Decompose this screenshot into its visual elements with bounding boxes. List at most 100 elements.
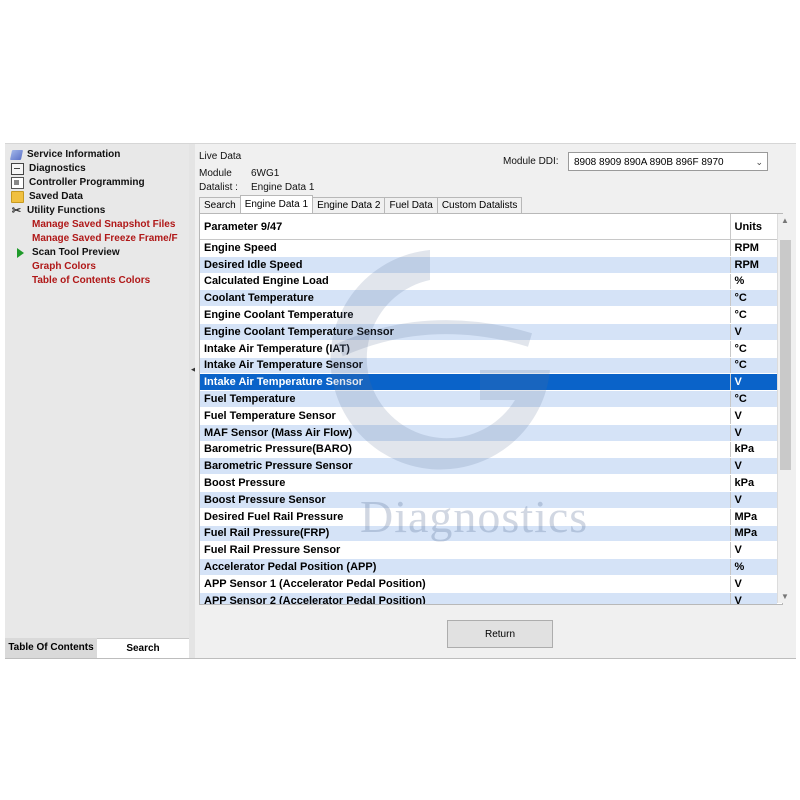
tab-search-datalist[interactable]: Search (199, 197, 241, 213)
tree-item-label: Utility Functions (27, 205, 106, 216)
parameter-cell: Fuel Temperature Sensor (200, 407, 730, 425)
tree-item-label: Diagnostics (29, 163, 86, 174)
tab-engine-data-1[interactable]: Engine Data 1 (239, 195, 314, 213)
tree-item-utility-functions[interactable]: ✂ Utility Functions (5, 204, 189, 218)
parameter-cell: Boost Pressure Sensor (200, 491, 730, 509)
table-row[interactable]: Barometric Pressure(BARO) kPa (200, 441, 777, 459)
page-title: Live Data (199, 151, 242, 162)
table-row[interactable]: Fuel Rail Pressure(FRP) MPa (200, 525, 777, 543)
sidebar: Service Information Diagnostics Controll… (5, 144, 190, 658)
tree-item-label: Manage Saved Freeze Frame/F (32, 233, 178, 244)
return-button[interactable]: Return (447, 620, 553, 648)
units-cell: % (729, 273, 777, 291)
parameter-cell: Desired Idle Speed (200, 256, 730, 274)
tree-item-label: Service Information (27, 149, 121, 160)
scroll-up-icon[interactable]: ▲ (781, 216, 789, 225)
table-row[interactable]: Fuel Rail Pressure Sensor V (200, 541, 777, 560)
units-cell: kPa (729, 441, 777, 459)
tree-item-manage-snapshot-files[interactable]: Manage Saved Snapshot Files (5, 218, 189, 232)
table-row[interactable]: MAF Sensor (Mass Air Flow) V (200, 424, 777, 442)
tab-custom-datalists[interactable]: Custom Datalists (436, 197, 523, 213)
units-cell: V (729, 407, 777, 425)
app-window: Service Information Diagnostics Controll… (5, 143, 796, 659)
tree-item-scan-tool-preview[interactable]: Scan Tool Preview (5, 246, 189, 260)
table-row[interactable]: Engine Coolant Temperature Sensor V (200, 323, 777, 341)
tree-item-saved-data[interactable]: Saved Data (5, 190, 189, 204)
table-row[interactable]: Boost Pressure Sensor V (200, 491, 777, 509)
parameter-cell: Intake Air Temperature Sensor (200, 373, 730, 392)
units-cell: % (729, 558, 777, 576)
table-header-row: Parameter 9/47 Units (200, 214, 777, 240)
tree-item-manage-freeze-frame[interactable]: Manage Saved Freeze Frame/F (5, 232, 189, 246)
table-of-contents-tree: Service Information Diagnostics Controll… (5, 148, 189, 288)
table-row[interactable]: Fuel Temperature Sensor V (200, 407, 777, 425)
parameter-cell: APP Sensor 2 (Accelerator Pedal Position… (200, 592, 730, 604)
table-row[interactable]: Barometric Pressure Sensor V (200, 457, 777, 476)
parameter-cell: Intake Air Temperature (IAT) (200, 340, 730, 358)
units-cell: RPM (729, 239, 777, 257)
units-cell: MPa (729, 525, 777, 543)
scrollbar-thumb[interactable] (780, 240, 791, 470)
tree-item-label: Graph Colors (32, 261, 96, 272)
table-row[interactable]: Boost Pressure kPa (200, 474, 777, 492)
parameter-cell: Fuel Rail Pressure(FRP) (200, 525, 730, 543)
table-row[interactable]: APP Sensor 2 (Accelerator Pedal Position… (200, 592, 777, 604)
units-cell: V (729, 541, 777, 560)
tree-item-label: Controller Programming (29, 177, 145, 188)
tree-item-toc-colors[interactable]: Table of Contents Colors (5, 274, 189, 288)
tree-item-controller-programming[interactable]: Controller Programming (5, 176, 189, 190)
datalist-label: Datalist : (199, 182, 238, 193)
parameter-cell: Barometric Pressure Sensor (200, 457, 730, 476)
tree-item-diagnostics[interactable]: Diagnostics (5, 162, 189, 176)
units-cell: V (729, 575, 777, 593)
table-row[interactable]: Fuel Temperature °C (200, 390, 777, 408)
parameter-cell: APP Sensor 1 (Accelerator Pedal Position… (200, 575, 730, 593)
tab-search[interactable]: Search (97, 638, 189, 658)
tools-icon: ✂ (11, 205, 22, 217)
units-cell: RPM (729, 256, 777, 274)
parameter-cell: Calculated Engine Load (200, 273, 730, 291)
units-cell: V (729, 424, 777, 442)
controller-icon (11, 177, 24, 189)
datalist-tabs: Search Engine Data 1 Engine Data 2 Fuel … (199, 195, 523, 213)
module-label: Module (199, 168, 232, 179)
table-row[interactable]: Engine Coolant Temperature °C (200, 306, 777, 324)
table-row[interactable]: APP Sensor 1 (Accelerator Pedal Position… (200, 575, 777, 593)
table-row[interactable]: Intake Air Temperature Sensor V (200, 373, 777, 392)
tree-item-label: Saved Data (29, 191, 83, 202)
tab-table-of-contents[interactable]: Table Of Contents (5, 638, 97, 658)
table-row[interactable]: Engine Speed RPM (200, 239, 777, 257)
table-row[interactable]: Intake Air Temperature Sensor °C (200, 357, 777, 375)
units-cell: V (729, 491, 777, 509)
module-ddi-select[interactable]: 8908 8909 890A 890B 896F 8970 ⌄ (568, 152, 768, 171)
folder-icon (11, 191, 24, 203)
tree-item-graph-colors[interactable]: Graph Colors (5, 260, 189, 274)
tab-fuel-data[interactable]: Fuel Data (384, 197, 438, 213)
units-cell: MPa (729, 508, 777, 526)
tree-item-service-information[interactable]: Service Information (5, 148, 189, 162)
table-row[interactable]: Coolant Temperature °C (200, 289, 777, 308)
grid-vertical-scrollbar[interactable]: ▲ ▼ (777, 214, 793, 603)
scroll-down-icon[interactable]: ▼ (781, 592, 789, 601)
column-header-units[interactable]: Units (729, 214, 777, 240)
column-header-parameter[interactable]: Parameter 9/47 (200, 214, 730, 240)
parameter-grid: Parameter 9/47 Units Engine Speed RPM Desi… (199, 213, 783, 605)
parameter-cell: Fuel Rail Pressure Sensor (200, 541, 730, 560)
units-cell: kPa (729, 474, 777, 492)
parameter-cell: Engine Coolant Temperature Sensor (200, 323, 730, 341)
table-row[interactable]: Calculated Engine Load% (200, 273, 777, 291)
play-icon (17, 248, 24, 258)
units-cell: °C (729, 289, 777, 308)
live-data-panel: Live Data Module 6WG1 Datalist : Engine … (195, 144, 796, 658)
tree-item-label: Scan Tool Preview (32, 247, 120, 258)
parameter-cell: Engine Coolant Temperature (200, 306, 730, 324)
diagnostics-icon (11, 163, 24, 175)
parameter-cell: MAF Sensor (Mass Air Flow) (200, 424, 730, 442)
table-row[interactable]: Intake Air Temperature (IAT) °C (200, 340, 777, 358)
table-row[interactable]: Desired Idle Speed RPM (200, 256, 777, 274)
units-cell: V (729, 323, 777, 341)
tab-engine-data-2[interactable]: Engine Data 2 (312, 197, 386, 213)
table-row[interactable]: Desired Fuel Rail Pressure MPa (200, 508, 777, 526)
table-row[interactable]: Accelerator Pedal Position (APP)% (200, 558, 777, 576)
chevron-down-icon: ⌄ (755, 157, 763, 167)
